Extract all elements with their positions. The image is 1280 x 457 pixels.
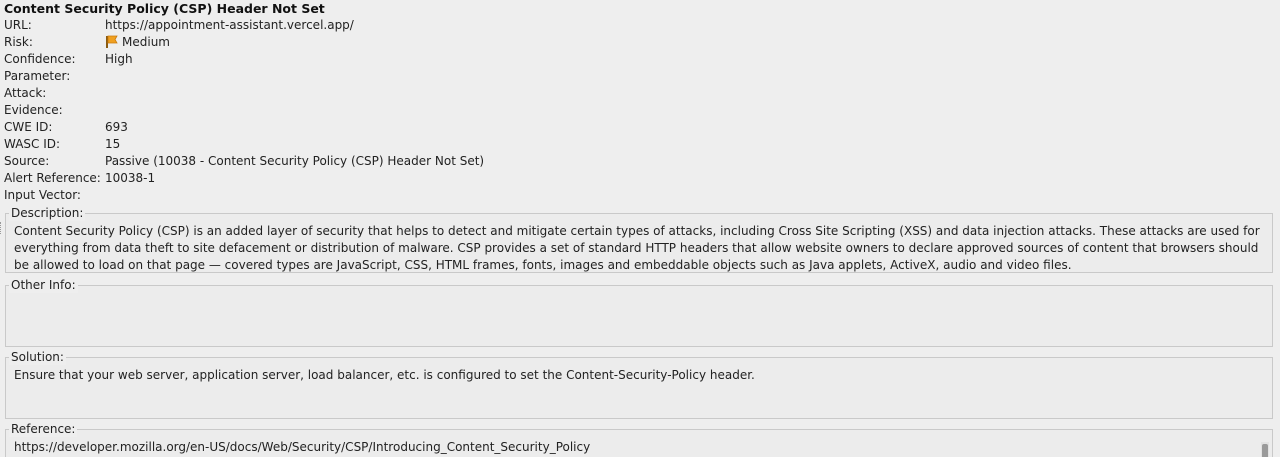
- alert-title: Content Security Policy (CSP) Header Not…: [4, 1, 325, 16]
- field-value[interactable]: https://appointment-assistant.vercel.app…: [105, 17, 354, 34]
- field-label: URL:: [4, 18, 32, 32]
- field-value: 10038-1: [105, 171, 156, 185]
- field-label: Evidence:: [4, 103, 63, 117]
- field-label: Risk:: [4, 35, 33, 49]
- field-label: Parameter:: [4, 69, 71, 83]
- reference-scrollbar[interactable]: [1261, 442, 1269, 457]
- field-label: Confidence:: [4, 52, 76, 66]
- reference-label: Reference:: [9, 421, 78, 437]
- reference-box[interactable]: Reference: https://developer.mozilla.org…: [5, 421, 1273, 457]
- field-label: Source:: [4, 154, 50, 168]
- solution-label: Solution:: [9, 349, 66, 365]
- field-value: 15: [105, 137, 121, 151]
- field-label: Input Vector:: [4, 188, 81, 202]
- field-label: WASC ID:: [4, 137, 61, 151]
- alert-details-panel: Content Security Policy (CSP) Header Not…: [0, 0, 1280, 457]
- solution-box[interactable]: Solution: Ensure that your web server, a…: [5, 349, 1273, 419]
- reference-link[interactable]: https://developer.mozilla.org/en-US/docs…: [14, 439, 1260, 456]
- field-value: High: [105, 52, 133, 66]
- description-box[interactable]: Description: Content Security Policy (CS…: [5, 205, 1273, 273]
- field-value: Passive (10038 - Content Security Policy…: [105, 154, 485, 168]
- splitter-handle[interactable]: [0, 222, 2, 234]
- other-info-label: Other Info:: [9, 277, 78, 293]
- field-label: CWE ID:: [4, 120, 53, 134]
- field-value: 693: [105, 120, 128, 134]
- other-info-box[interactable]: Other Info:: [5, 277, 1273, 347]
- field-label: Alert Reference:: [4, 171, 101, 185]
- risk-value: Medium: [122, 35, 170, 49]
- scrollbar-thumb[interactable]: [1262, 444, 1268, 457]
- field-label: Attack:: [4, 86, 47, 100]
- description-text: Content Security Policy (CSP) is an adde…: [14, 224, 1260, 272]
- description-label: Description:: [9, 205, 86, 221]
- solution-text: Ensure that your web server, application…: [14, 368, 755, 382]
